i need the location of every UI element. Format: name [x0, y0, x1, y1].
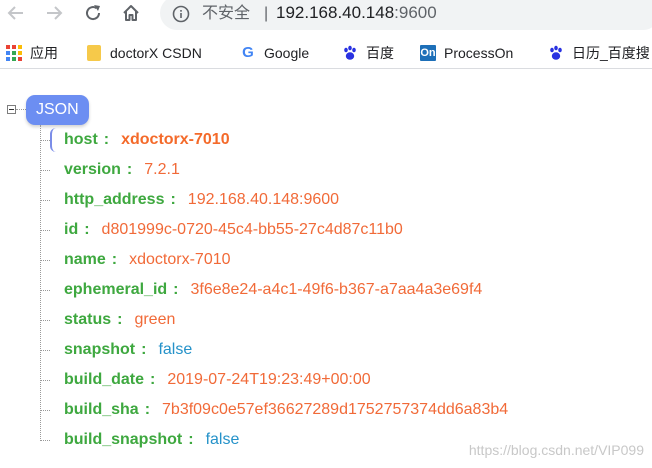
url-host: 192.168.40.148: [276, 3, 395, 22]
bookmark-label: ProcessOn: [444, 45, 514, 61]
google-icon-letter: G: [242, 44, 254, 61]
tree-colon: :: [173, 281, 179, 298]
tree-colon: :: [144, 401, 151, 418]
tree-value: 7.2.1: [144, 161, 180, 178]
folder-icon: [86, 45, 102, 61]
tree-row-ephemeral-id[interactable]: ephemeral_id:3f6e8e24-a4c1-49f6-b367-a7a…: [40, 275, 650, 305]
tree-value: 2019-07-24T19:23:49+00:00: [167, 371, 371, 388]
tree-value: d801999c-0720-45c4-bb55-27c4d87c11b0: [101, 221, 403, 238]
tree-branch-line: [40, 199, 50, 201]
json-root-node[interactable]: JSON: [26, 95, 89, 125]
tree-branch-line: [40, 319, 50, 321]
tree-branch-line: [40, 289, 50, 291]
tree-row-version[interactable]: version:7.2.1: [40, 155, 650, 185]
tree-colon: :: [188, 431, 194, 448]
tree-colon: :: [150, 371, 156, 388]
home-icon[interactable]: [117, 0, 145, 26]
tree-key: version: [64, 161, 121, 178]
forward-arrow-icon[interactable]: [40, 0, 68, 26]
tree-children: host: xdoctorx-7010 version:7.2.1 http_addr…: [40, 125, 650, 455]
tree-branch-line: [40, 169, 50, 171]
tree-value: false: [158, 341, 193, 358]
selection-indicator: [50, 128, 58, 152]
tree-colon: :: [111, 251, 118, 268]
tree-row-http-address[interactable]: http_address:192.168.40.148:9600: [40, 185, 650, 215]
tree-row-status[interactable]: status: green: [40, 305, 650, 335]
collapse-toggle-icon[interactable]: [7, 105, 16, 114]
tree-colon: :: [84, 221, 90, 238]
address-bar[interactable]: 不安全 | 192.168.40.148:9600: [160, 0, 652, 30]
back-arrow-icon[interactable]: [2, 0, 30, 26]
tree-branch-line: [40, 349, 50, 351]
url-port: :9600: [394, 3, 437, 22]
bookmarks-bar: 应用 doctorX CSDN G Google 百度 On ProcessOn: [0, 38, 652, 69]
tree-value: 192.168.40.148:9600: [187, 191, 340, 208]
security-label[interactable]: 不安全: [202, 4, 250, 24]
browser-toolbar: 不安全 | 192.168.40.148:9600: [0, 0, 652, 34]
json-tree: JSON host: xdoctorx-7010 version:7.2.1 http…: [0, 68, 652, 468]
bookmark-processon[interactable]: On ProcessOn: [420, 42, 513, 64]
bookmark-google[interactable]: G Google: [240, 42, 309, 64]
tree-colon: :: [126, 161, 133, 178]
bookmark-label: 日历_百度搜: [572, 45, 650, 61]
tree-value: 3f6e8e24-a4c1-49f6-b367-a7aa4a3e69f4: [190, 281, 483, 298]
bookmark-baidu[interactable]: 百度: [342, 42, 394, 64]
tree-value: green: [134, 311, 176, 328]
tree-branch-line: [40, 439, 50, 441]
tree-key: build_sha: [64, 401, 139, 418]
tree-key: id: [64, 221, 79, 238]
processon-icon-text: On: [420, 45, 436, 61]
tree-value: 7b3f09c0e57ef36627289d1752757374dd6a83b4: [162, 401, 509, 418]
tree-row-build-date[interactable]: build_date:2019-07-24T19:23:49+00:00: [40, 365, 650, 395]
tree-branch-line: [40, 259, 50, 261]
baidu-paw-icon: [342, 45, 358, 61]
tree-key: build_date: [64, 371, 145, 388]
bookmark-label: Google: [264, 45, 310, 61]
bookmark-label: 应用: [30, 45, 58, 61]
bookmark-apps[interactable]: 应用: [6, 42, 58, 64]
tree-row-name[interactable]: name: xdoctorx-7010: [40, 245, 650, 275]
tree-row-build-sha[interactable]: build_sha:7b3f09c0e57ef36627289d17527573…: [40, 395, 650, 425]
tree-value: xdoctorx-7010: [129, 251, 231, 268]
bookmark-label: doctorX CSDN: [110, 45, 202, 61]
tree-value: xdoctorx-7010: [121, 131, 230, 148]
bookmark-calendar-baidu[interactable]: 日历_百度搜: [548, 42, 650, 64]
tree-branch-line: [40, 229, 50, 231]
baidu-paw-icon: [548, 45, 564, 61]
tree-key: snapshot: [64, 341, 136, 358]
tree-row-id[interactable]: id: d801999c-0720-45c4-bb55-27c4d87c11b0: [40, 215, 650, 245]
tree-key: http_address: [64, 191, 165, 208]
tree-colon: :: [117, 311, 123, 328]
tree-colon: :: [103, 131, 110, 148]
info-icon[interactable]: [172, 5, 190, 23]
bookmark-label: 百度: [366, 45, 394, 61]
bookmark-doctorx-csdn[interactable]: doctorX CSDN: [86, 42, 202, 64]
tree-branch-line: [40, 379, 50, 381]
tree-key: host: [64, 131, 98, 148]
omnibox-separator: |: [264, 5, 269, 22]
tree-branch-line: [40, 139, 50, 141]
tree-connector: [16, 109, 26, 110]
tree-colon: :: [170, 191, 176, 208]
tree-row-snapshot[interactable]: snapshot: false: [40, 335, 650, 365]
tree-colon: :: [141, 341, 147, 358]
google-icon: G: [240, 45, 256, 61]
processon-icon: On: [420, 45, 436, 61]
url-text[interactable]: 192.168.40.148:9600: [276, 2, 437, 24]
tree-branch-line: [40, 409, 50, 411]
tree-key: ephemeral_id: [64, 281, 168, 298]
tree-key: name: [64, 251, 106, 268]
tree-value: false: [205, 431, 240, 448]
tree-row-host[interactable]: host: xdoctorx-7010: [40, 125, 650, 155]
watermark: https://blog.csdn.net/VIP099: [468, 442, 644, 458]
reload-icon[interactable]: [79, 0, 107, 26]
apps-grid-icon: [6, 45, 22, 61]
tree-key: status: [64, 311, 112, 328]
tree-key: build_snapshot: [64, 431, 183, 448]
